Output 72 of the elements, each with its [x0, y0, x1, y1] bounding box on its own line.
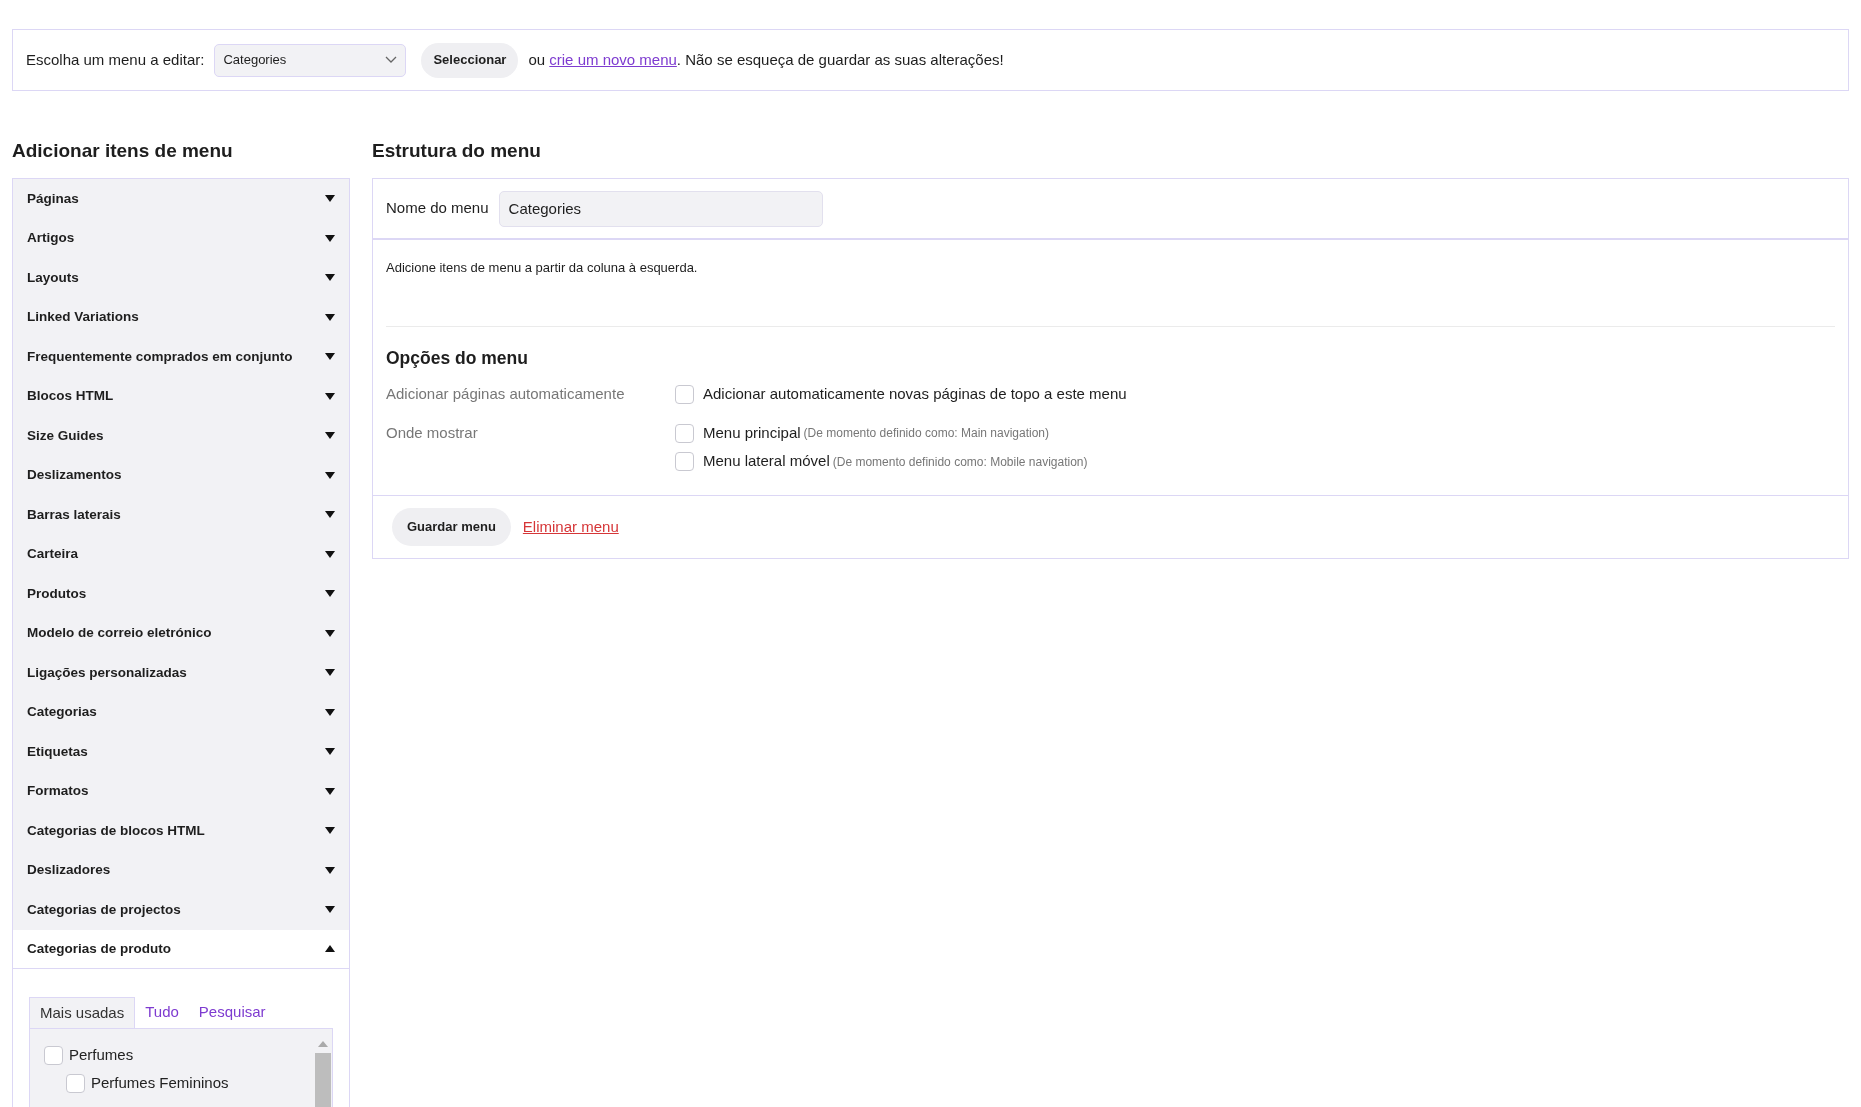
triangle-up-icon: [325, 945, 335, 953]
triangle-down-icon: [325, 313, 335, 321]
add-items-heading: Adicionar itens de menu: [12, 139, 234, 164]
triangle-down-icon: [325, 866, 335, 874]
triangle-down-icon: [325, 708, 335, 716]
accordion-item[interactable]: Blocos HTML: [13, 376, 349, 416]
option-label: Adicionar páginas automaticamente: [386, 384, 626, 405]
accordion-item[interactable]: Categorias de projectos: [13, 890, 349, 930]
triangle-down-icon: [325, 511, 335, 519]
hint-text: Adicione itens de menu a partir da coluna à esquerda.: [386, 240, 1835, 327]
accordion-item[interactable]: Deslizadores: [13, 850, 349, 890]
select-button[interactable]: Seleccionar: [421, 42, 519, 78]
checkbox[interactable]: [675, 452, 694, 471]
accordion-item[interactable]: Frequentemente comprados em conjunto: [13, 337, 349, 377]
accordion-item[interactable]: Artigos: [13, 218, 349, 258]
menu-name-field[interactable]: Categories: [498, 190, 823, 227]
triangle-down-icon: [325, 787, 335, 795]
triangle-down-icon: [325, 274, 335, 282]
option-note: (De momento definido como: Main navigation): [803, 425, 1050, 442]
menu-name-label: Nome do menu: [386, 198, 489, 219]
accordion-item[interactable]: Etiquetas: [13, 732, 349, 772]
create-menu-link[interactable]: crie um novo menu: [549, 50, 677, 68]
accordion-item[interactable]: Categorias: [13, 692, 349, 732]
tab[interactable]: Pesquisar: [188, 997, 276, 1028]
accordion-item[interactable]: Produtos: [13, 574, 349, 614]
accordion-item[interactable]: Categorias de produto: [13, 929, 349, 969]
accordion-item[interactable]: Barras laterais: [13, 495, 349, 535]
tab[interactable]: Mais usadas: [29, 997, 136, 1028]
accordion-item[interactable]: Páginas: [13, 179, 349, 219]
delete-menu-link[interactable]: Eliminar menu: [522, 515, 619, 538]
select-label: Escolha um menu a editar:: [26, 49, 205, 70]
triangle-down-icon: [325, 195, 335, 203]
tab[interactable]: Tudo: [135, 997, 189, 1028]
triangle-down-icon: [325, 432, 335, 440]
chevron-down-icon: [385, 56, 398, 64]
accordion-item[interactable]: Layouts: [13, 258, 349, 298]
option-choice-label: Adicionar automaticamente novas páginas de topo a este menu: [703, 384, 1127, 405]
accordion-item[interactable]: Ligações personalizadas: [13, 653, 349, 693]
accordion-item[interactable]: Carteira: [13, 534, 349, 574]
triangle-down-icon: [325, 906, 335, 914]
triangle-down-icon: [325, 392, 335, 400]
category-label: Perfumes Femininos: [91, 1072, 229, 1093]
triangle-down-icon: [325, 353, 335, 361]
option-label: Onde mostrar: [386, 422, 479, 443]
menu-dropdown[interactable]: Categories: [214, 43, 407, 77]
accordion-item[interactable]: Deslizamentos: [13, 455, 349, 495]
option-note: (De momento definido como: Mobile navigation): [832, 453, 1088, 471]
triangle-down-icon: [325, 827, 335, 835]
create-menu-note: ou crie um novo menu. Não se esqueça de guardar as suas alterações!: [528, 49, 1004, 70]
triangle-down-icon: [325, 471, 335, 479]
accordion-item[interactable]: Linked Variations: [13, 297, 349, 337]
triangle-down-icon: [325, 234, 335, 242]
triangle-down-icon: [325, 748, 335, 756]
triangle-down-icon: [325, 590, 335, 598]
option-choice-label: Menu principal: [703, 422, 801, 443]
option-choice-label: Menu lateral móvel: [703, 451, 830, 472]
structure-heading: Estrutura do menu: [372, 139, 542, 164]
category-label: Perfumes: [69, 1044, 134, 1065]
triangle-down-icon: [325, 669, 335, 677]
accordion-item[interactable]: Modelo de correio eletrónico: [13, 613, 349, 653]
scroll-up-arrow-icon[interactable]: [318, 1041, 328, 1047]
save-menu-button[interactable]: Guardar menu: [392, 507, 511, 546]
options-heading: Opções do menu: [386, 347, 529, 370]
accordion-item[interactable]: Categorias de blocos HTML: [13, 811, 349, 851]
accordion-item[interactable]: Size Guides: [13, 416, 349, 456]
checkbox[interactable]: [44, 1045, 63, 1065]
triangle-down-icon: [325, 629, 335, 637]
checkbox[interactable]: [675, 423, 694, 443]
checkbox[interactable]: [675, 385, 694, 404]
accordion-item[interactable]: Formatos: [13, 771, 349, 811]
checkbox[interactable]: [66, 1073, 85, 1093]
triangle-down-icon: [325, 550, 335, 558]
